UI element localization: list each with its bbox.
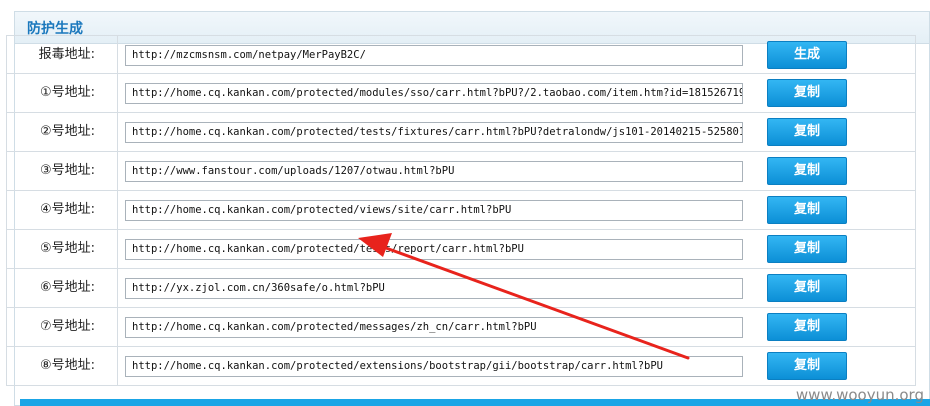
row-label: ⑧号地址: xyxy=(7,347,118,385)
table-row: ②号地址: http://home.cq.kankan.com/protecte… xyxy=(6,113,916,152)
table-row: ①号地址: http://home.cq.kankan.com/protecte… xyxy=(6,74,916,113)
copy-button[interactable]: 复制 xyxy=(767,274,847,302)
url-field[interactable]: http://yx.zjol.com.cn/360safe/o.html?bPU xyxy=(125,278,743,299)
url-field[interactable]: http://mzcmsnsm.com/netpay/MerPayB2C/ xyxy=(125,45,743,66)
generate-button[interactable]: 生成 xyxy=(767,41,847,69)
url-field[interactable]: http://home.cq.kankan.com/protected/exte… xyxy=(125,356,743,377)
row-label: ③号地址: xyxy=(7,152,118,190)
watermark: www.wooyun.org xyxy=(795,386,924,404)
copy-button[interactable]: 复制 xyxy=(767,313,847,341)
row-label: 报毒地址: xyxy=(7,36,118,73)
url-field[interactable]: http://home.cq.kankan.com/protected/test… xyxy=(125,239,743,260)
table-row: ③号地址: http://www.fanstour.com/uploads/12… xyxy=(6,152,916,191)
copy-button[interactable]: 复制 xyxy=(767,118,847,146)
copy-button[interactable]: 复制 xyxy=(767,79,847,107)
copy-button[interactable]: 复制 xyxy=(767,235,847,263)
url-field[interactable]: http://www.fanstour.com/uploads/1207/otw… xyxy=(125,161,743,182)
row-label: ⑥号地址: xyxy=(7,269,118,307)
copy-button[interactable]: 复制 xyxy=(767,352,847,380)
table-row: ⑧号地址: http://home.cq.kankan.com/protecte… xyxy=(6,347,916,386)
url-field[interactable]: http://home.cq.kankan.com/protected/view… xyxy=(125,200,743,221)
table-row: ⑦号地址: http://home.cq.kankan.com/protecte… xyxy=(6,308,916,347)
row-label: ④号地址: xyxy=(7,191,118,229)
table-row: ⑥号地址: http://yx.zjol.com.cn/360safe/o.ht… xyxy=(6,269,916,308)
address-table: 报毒地址: http://mzcmsnsm.com/netpay/MerPayB… xyxy=(6,35,916,386)
copy-button[interactable]: 复制 xyxy=(767,196,847,224)
row-label: ⑦号地址: xyxy=(7,308,118,346)
copy-button[interactable]: 复制 xyxy=(767,157,847,185)
bottom-bar xyxy=(20,399,930,406)
table-row: ⑤号地址: http://home.cq.kankan.com/protecte… xyxy=(6,230,916,269)
row-label: ②号地址: xyxy=(7,113,118,151)
row-label: ⑤号地址: xyxy=(7,230,118,268)
url-field[interactable]: http://home.cq.kankan.com/protected/modu… xyxy=(125,83,743,104)
table-row: 报毒地址: http://mzcmsnsm.com/netpay/MerPayB… xyxy=(6,35,916,74)
url-field[interactable]: http://home.cq.kankan.com/protected/mess… xyxy=(125,317,743,338)
url-field[interactable]: http://home.cq.kankan.com/protected/test… xyxy=(125,122,743,143)
row-label: ①号地址: xyxy=(7,74,118,112)
table-row: ④号地址: http://home.cq.kankan.com/protecte… xyxy=(6,191,916,230)
